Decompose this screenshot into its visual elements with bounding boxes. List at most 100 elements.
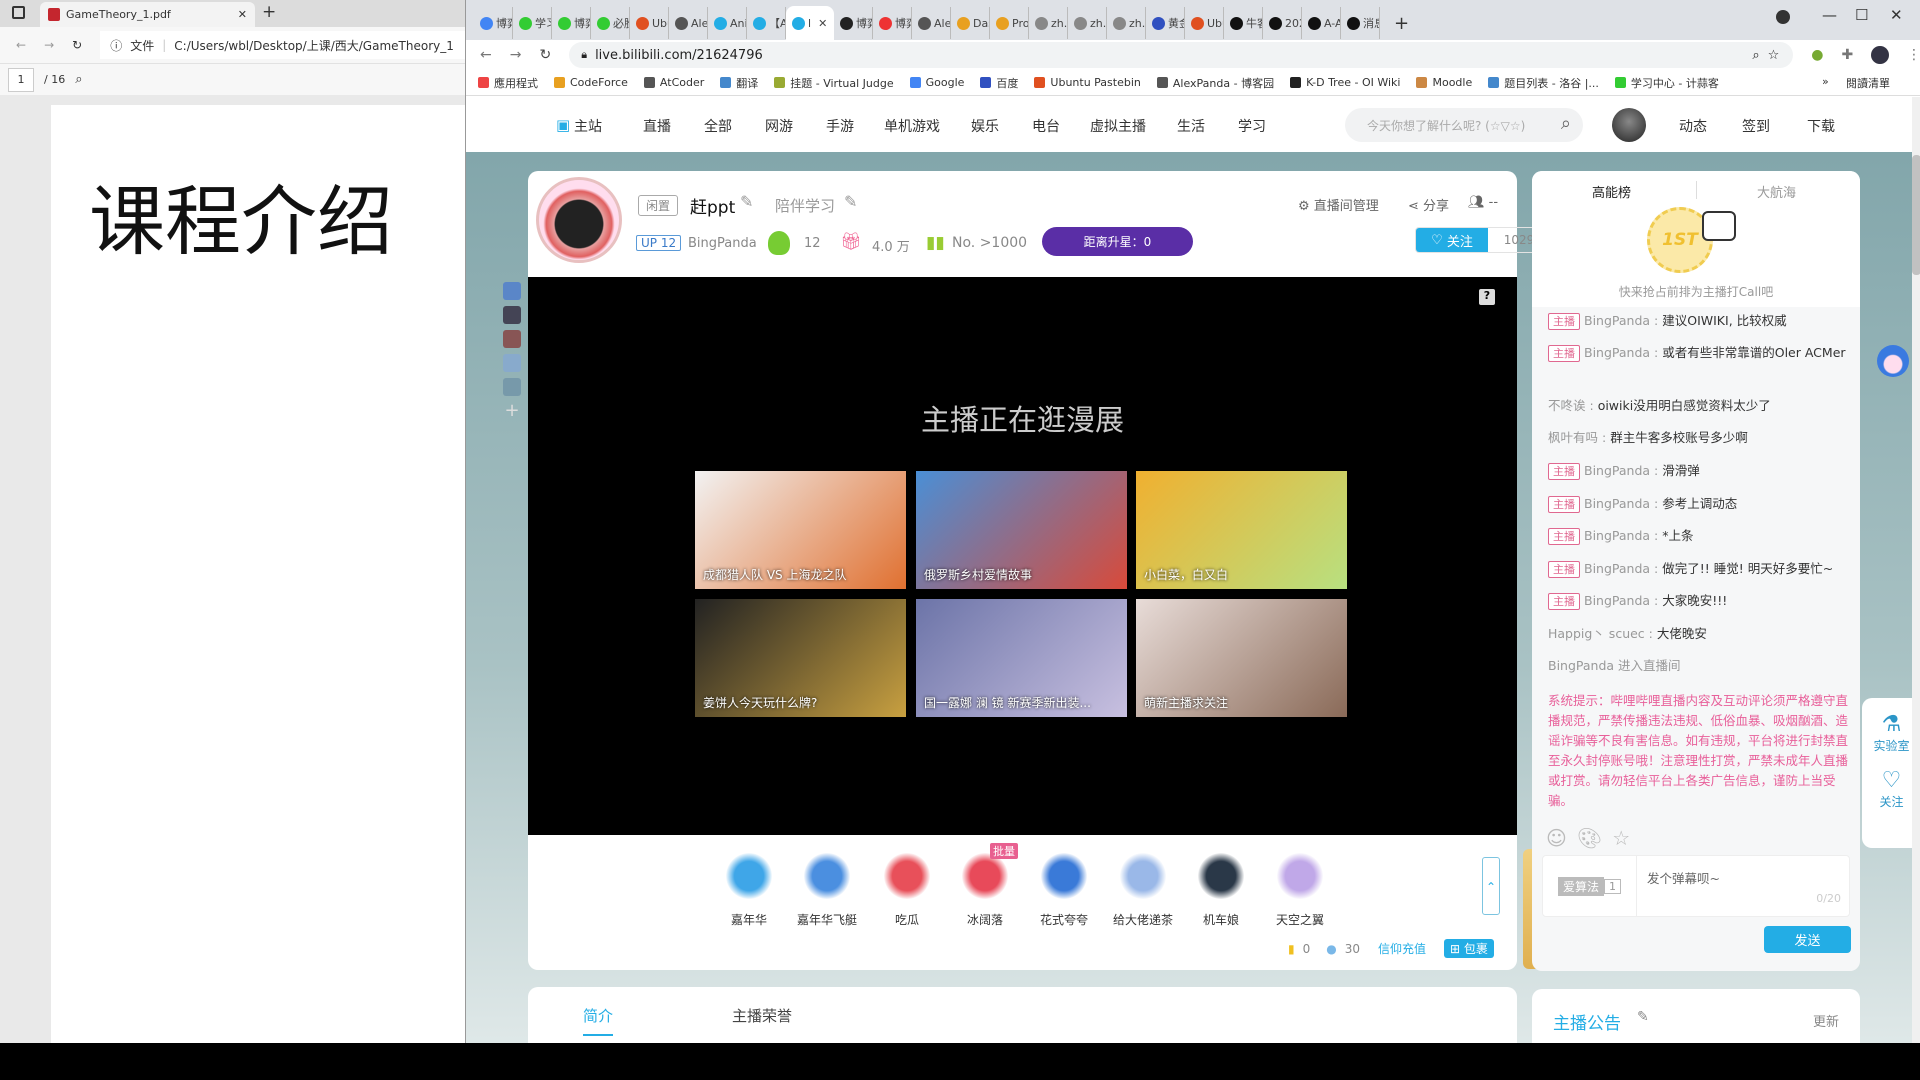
- browser-tab[interactable]: 黄金: [1146, 7, 1185, 39]
- sidebar-thumb-icon[interactable]: [503, 378, 521, 396]
- sidebar-thumb-icon[interactable]: [503, 282, 521, 300]
- nav-item[interactable]: 网游: [765, 116, 793, 136]
- star-icon[interactable]: ☆: [1768, 48, 1780, 63]
- chat-user[interactable]: BingPanda: [1584, 313, 1650, 328]
- recharge-link[interactable]: 信仰充值: [1378, 940, 1426, 957]
- maximize-button[interactable]: ☐: [1855, 6, 1868, 24]
- recommend-card[interactable]: 国一露娜 澜 镜 新赛季新出装...: [916, 599, 1127, 717]
- browser-tab[interactable]: 博弈: [552, 7, 591, 39]
- user-avatar[interactable]: [1612, 108, 1646, 142]
- address-bar[interactable]: ⓘ 文件 | C:/Users/wbl/Desktop/上课/西大/GameTheor…: [100, 31, 465, 59]
- bookmark[interactable]: K-D Tree - OI Wiki: [1290, 76, 1400, 89]
- share-button[interactable]: ⋖ 分享: [1408, 195, 1449, 214]
- search-icon[interactable]: ⌕: [75, 72, 82, 87]
- gift-item[interactable]: 吃瓜: [868, 853, 946, 928]
- gift-item[interactable]: 天空之翼: [1261, 853, 1339, 928]
- video-player[interactable]: ? 主播正在逛漫展 成都猎人队 VS 上海龙之队 俄罗斯乡村爱情故事 小白菜，白又白…: [528, 277, 1517, 835]
- chat-user[interactable]: BingPanda: [1584, 463, 1650, 478]
- bookmark[interactable]: Google: [909, 76, 964, 89]
- help-icon[interactable]: ?: [1479, 289, 1495, 305]
- expand-gifts-button[interactable]: ⌃: [1482, 857, 1500, 915]
- star-upgrade-button[interactable]: 距离升星：0: [1042, 227, 1193, 256]
- gift-item[interactable]: 冰阔落 批量: [946, 843, 1024, 928]
- close-icon[interactable]: ✕: [818, 17, 827, 30]
- browser-tab[interactable]: Ani: [708, 7, 747, 39]
- browser-tab[interactable]: Ale: [669, 7, 708, 39]
- browser-tab[interactable]: 202: [1263, 7, 1302, 39]
- medal-selector[interactable]: 爱算法 1: [1543, 856, 1637, 916]
- sidebar-thumb-icon[interactable]: [503, 306, 521, 324]
- browser-tab[interactable]: 牛客: [1224, 7, 1263, 39]
- chat-user[interactable]: BingPanda: [1584, 345, 1650, 360]
- tab-pdf[interactable]: GameTheory_1.pdf ✕: [40, 2, 255, 27]
- browser-tab[interactable]: 博弈: [873, 7, 912, 39]
- room-manage-button[interactable]: ⚙ 直播间管理: [1298, 195, 1379, 214]
- close-window-button[interactable]: ✕: [1890, 6, 1903, 24]
- browser-tab[interactable]: Das: [951, 7, 990, 39]
- edit-icon[interactable]: ✎: [740, 192, 753, 211]
- recommend-card[interactable]: 姜饼人今天玩什么牌?: [695, 599, 906, 717]
- nav-item[interactable]: 娱乐: [971, 116, 999, 136]
- recommend-card[interactable]: 俄罗斯乡村爱情故事: [916, 471, 1127, 589]
- add-icon[interactable]: +: [503, 402, 521, 420]
- tab-energy-rank[interactable]: 高能榜: [1592, 182, 1631, 201]
- emoji-icon[interactable]: ☺: [1546, 826, 1567, 850]
- palette-icon[interactable]: 🎨︎: [1577, 826, 1602, 850]
- gift-item[interactable]: 花式夸夸: [1025, 853, 1103, 928]
- nav-item[interactable]: 生活: [1177, 116, 1205, 136]
- chat-user[interactable]: BingPanda: [1584, 528, 1650, 543]
- search-input[interactable]: 今天你想了解什么呢? (☆▽☆) ⌕: [1345, 108, 1583, 142]
- nav-item[interactable]: 学习: [1238, 116, 1266, 136]
- reading-list[interactable]: 閱讀清單: [1846, 75, 1890, 91]
- follow-button[interactable]: ♡ 关注: [1416, 228, 1488, 252]
- chat-user[interactable]: BingPanda: [1584, 496, 1650, 511]
- bookmark[interactable]: 学习中心 - 计蒜客: [1614, 75, 1719, 91]
- avatar[interactable]: [1871, 46, 1889, 64]
- sidebar-thumb-icon[interactable]: [503, 354, 521, 372]
- menu-icon[interactable]: ⋮: [1907, 47, 1920, 63]
- browser-tab[interactable]: 学习: [513, 7, 552, 39]
- browser-tab[interactable]: zh.: [1068, 7, 1107, 39]
- forward-icon[interactable]: →: [44, 38, 54, 52]
- browser-tab[interactable]: Ubu: [630, 7, 669, 39]
- tab-actions-icon[interactable]: [12, 6, 25, 19]
- browser-tab[interactable]: Ubu: [1185, 7, 1224, 39]
- browser-tab[interactable]: Ale: [912, 7, 951, 39]
- nav-item[interactable]: 单机游戏: [884, 116, 940, 136]
- chat-user[interactable]: 枫叶有吗: [1548, 430, 1598, 445]
- tab-guard[interactable]: 大航海: [1757, 182, 1796, 201]
- nav-item[interactable]: 主站: [574, 116, 602, 136]
- reload-icon[interactable]: ↻: [539, 47, 551, 63]
- recommend-card[interactable]: 小白菜，白又白: [1136, 471, 1347, 589]
- browser-tab[interactable]: zh.: [1107, 7, 1146, 39]
- nav-item[interactable]: 全部: [704, 116, 732, 136]
- rank-text[interactable]: No. >1000: [952, 235, 1027, 251]
- bookmarks-overflow[interactable]: »: [1822, 75, 1829, 88]
- streamer-avatar[interactable]: [536, 177, 622, 263]
- danmaku-input[interactable]: 发个弹幕呗~: [1647, 868, 1720, 887]
- tab-intro[interactable]: 简介: [583, 1005, 614, 1036]
- close-icon[interactable]: ✕: [238, 8, 247, 21]
- new-tab-icon[interactable]: +: [1394, 13, 1409, 34]
- browser-tab[interactable]: 博弈: [834, 7, 873, 39]
- edit-icon[interactable]: ✎: [844, 192, 857, 211]
- nav-right-item[interactable]: 下载: [1807, 116, 1835, 136]
- package-button[interactable]: ⊞ 包裹: [1444, 939, 1494, 958]
- profile-menu-icon[interactable]: [1776, 10, 1790, 24]
- browser-tab[interactable]: zh.: [1029, 7, 1068, 39]
- chat-user[interactable]: BingPanda: [1584, 561, 1650, 576]
- recommend-card[interactable]: 成都猎人队 VS 上海龙之队: [695, 471, 906, 589]
- gift-item[interactable]: 嘉年华: [710, 853, 788, 928]
- star-effect-icon[interactable]: ☆: [1612, 826, 1630, 850]
- viewers-button[interactable]: 👥︎ --: [1468, 195, 1498, 210]
- browser-tab[interactable]: 消息: [1341, 7, 1380, 39]
- bookmark[interactable]: 题目列表 - 洛谷 |...: [1488, 75, 1599, 91]
- tab-honors[interactable]: 主播荣誉: [732, 1005, 792, 1026]
- browser-tab[interactable]: 【A: [747, 7, 786, 39]
- nav-item[interactable]: 虚拟主播: [1090, 116, 1146, 136]
- gift-item[interactable]: 机车娘: [1182, 853, 1260, 928]
- nav-item[interactable]: 直播: [643, 116, 671, 136]
- gift-item[interactable]: 嘉年华飞艇: [788, 853, 866, 928]
- nav-right-item[interactable]: 动态: [1679, 116, 1707, 136]
- bookmark[interactable]: 應用程式: [478, 75, 538, 91]
